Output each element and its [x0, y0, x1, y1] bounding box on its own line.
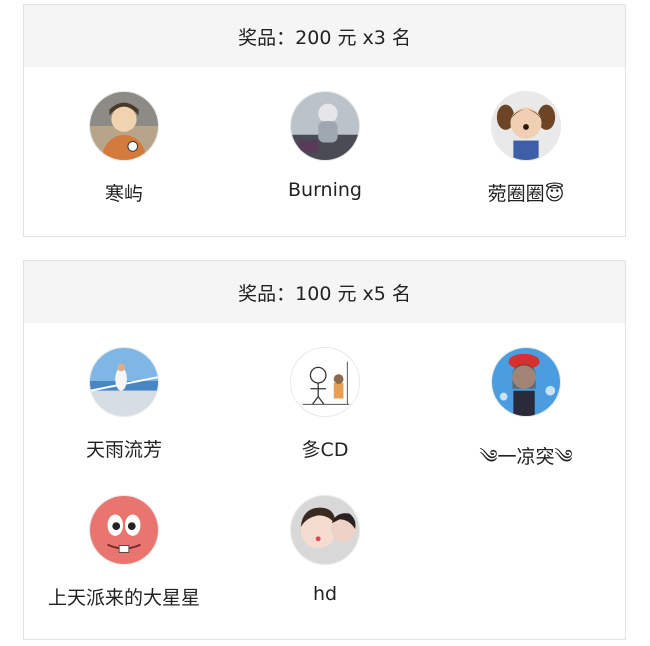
winner-item[interactable]: 寒屿 — [24, 91, 224, 206]
prize-tier-panel-100: 奖品：100 元 x5 名 天雨流芳 㣊CD ༄一凉突༄ 上天派来的大星星 hd — [23, 260, 626, 640]
prize-tier-panel-200: 奖品：200 元 x3 名 寒屿 Burning 菀圈圈😇 — [23, 4, 626, 237]
selfie-avatar[interactable] — [290, 495, 360, 565]
winner-name: 天雨流芳 — [85, 439, 162, 461]
winner-name: ༄一凉突༄ — [479, 446, 573, 468]
puppy-filter-avatar[interactable] — [491, 91, 561, 161]
winner-name: 㣊CD — [301, 439, 349, 461]
winner-item[interactable]: 天雨流芳 — [24, 347, 224, 462]
winner-name: 上天派来的大星星 — [47, 587, 200, 609]
anime-girl-avatar[interactable] — [491, 347, 561, 417]
winner-item[interactable]: hd — [225, 495, 425, 605]
boy-cartoon-avatar[interactable] — [89, 91, 159, 161]
winner-name: Burning — [288, 179, 362, 201]
prize-tier-header: 奖品：200 元 x3 名 — [24, 5, 625, 67]
winner-item[interactable]: 菀圈圈😇 — [426, 91, 626, 206]
toy-figure-avatar[interactable] — [290, 91, 360, 161]
doodle-sketch-avatar[interactable] — [290, 347, 360, 417]
prize-tier-header: 奖品：100 元 x5 名 — [24, 261, 625, 323]
winner-name: 菀圈圈😇 — [487, 183, 565, 205]
winner-name: 寒屿 — [104, 183, 143, 205]
seaside-deck-avatar[interactable] — [89, 347, 159, 417]
winner-item[interactable]: 㣊CD — [225, 347, 425, 462]
winner-item[interactable]: ༄一凉突༄ — [426, 347, 626, 489]
winner-item[interactable]: 上天派来的大星星 — [24, 495, 224, 610]
winner-name: hd — [312, 583, 338, 605]
pink-cartoon-face-avatar[interactable] — [89, 495, 159, 565]
winner-item[interactable]: Burning — [225, 91, 425, 201]
